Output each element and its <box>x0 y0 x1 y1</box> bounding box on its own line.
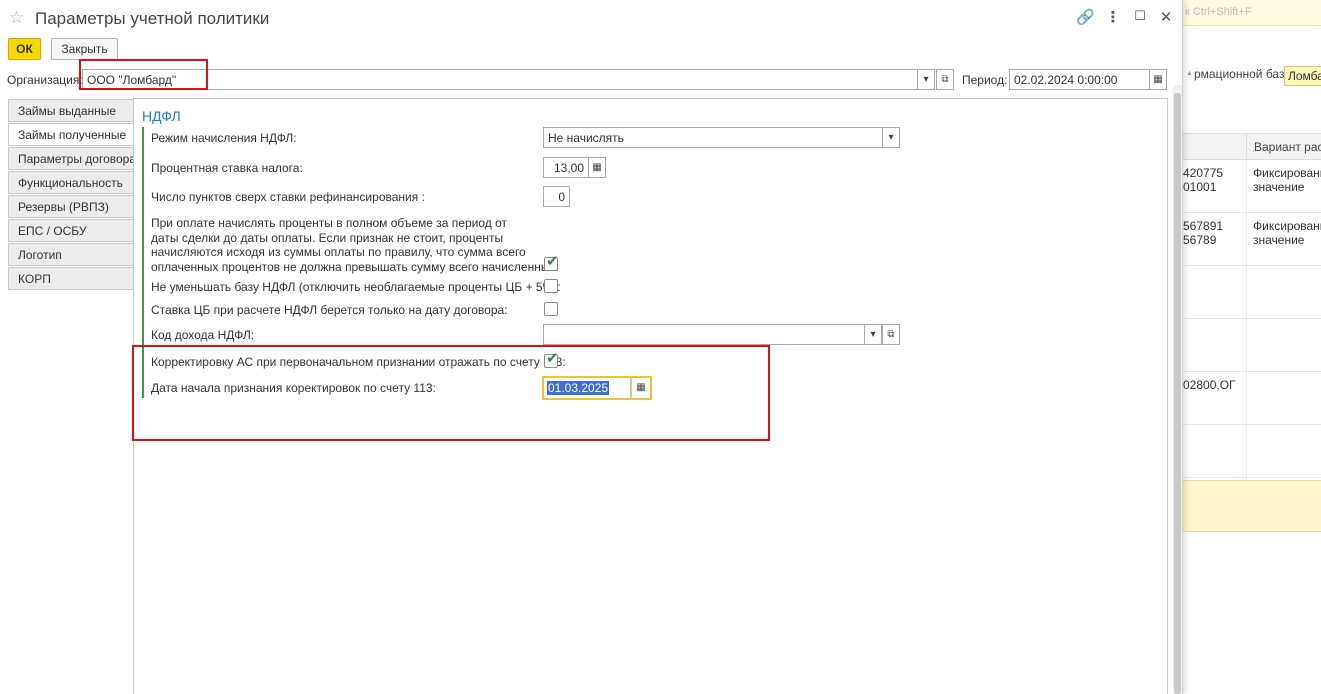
period-field[interactable]: 02.02.2024 0:00:00 <box>1009 69 1150 90</box>
background-table-header: Вариант расч <box>1183 134 1321 160</box>
no-reduce-base-checkbox[interactable] <box>544 279 558 293</box>
check-mark-icon: ✔ <box>546 253 559 270</box>
tab-5[interactable]: Резервы (РВПЗ) <box>8 195 134 218</box>
tab-7[interactable]: Логотип <box>8 243 134 266</box>
organization-label: Организация: <box>7 73 83 87</box>
scroll-up-icon[interactable]: ▲ <box>1186 70 1193 77</box>
background-table-row[interactable]: 420775 01001 Фиксированн значение <box>1183 160 1321 213</box>
annotation-box-correction <box>132 345 770 441</box>
tab-6[interactable]: ЕПС / ОСБУ <box>8 219 134 242</box>
accounting-policy-dialog: ☆ Параметры учетной политики 🔗 ⋮ ☐ ✕ ОК … <box>0 0 1183 694</box>
ndfl-mode-select[interactable]: Не начислять <box>543 127 883 148</box>
background-table-row[interactable] <box>1183 425 1321 478</box>
background-search-field[interactable]: к Ctrl+Shift+F <box>1183 0 1321 26</box>
scrollbar-thumb[interactable] <box>1174 93 1181 694</box>
more-actions-icon[interactable]: ⋮ <box>1104 8 1122 26</box>
infobase-label: рмационной базы: <box>1194 67 1297 81</box>
window-title: Параметры учетной политики <box>35 9 270 28</box>
close-button[interactable]: Закрыть <box>51 38 118 60</box>
organization-open-icon[interactable]: ⧉ <box>936 69 954 90</box>
section-title: НДФЛ <box>142 108 181 124</box>
income-code-dropdown-icon[interactable]: ▾ <box>864 324 882 345</box>
refinancing-points-field[interactable]: 0 <box>543 186 570 207</box>
tax-rate-field[interactable]: 13,00 <box>543 157 589 178</box>
tab-4[interactable]: Функциональность <box>8 171 134 194</box>
background-table-row[interactable]: 02800,ОГ <box>1183 372 1321 425</box>
period-label: Период: <box>962 73 1008 87</box>
tax-rate-label: Процентная ставка налога: <box>151 161 303 175</box>
background-search-hint: к Ctrl+Shift+F <box>1185 6 1252 18</box>
background-selected-row[interactable] <box>1183 480 1321 532</box>
maximize-icon[interactable]: ☐ <box>1131 8 1149 24</box>
background-table-row[interactable] <box>1183 319 1321 372</box>
income-code-label: Код дохода НДФЛ: <box>151 328 255 342</box>
organization-dropdown-icon[interactable]: ▾ <box>917 69 935 90</box>
tax-rate-calculator-icon[interactable]: ▦ <box>588 157 606 178</box>
ok-button[interactable]: ОК <box>8 38 41 60</box>
refinancing-points-label: Число пунктов сверх ставки рефинансирова… <box>151 190 425 204</box>
background-cell-variant: Фиксированн значение <box>1253 166 1321 194</box>
background-cell-variant: Фиксированн значение <box>1253 219 1321 247</box>
cb-rate-label: Ставка ЦБ при расчете НДФЛ берется тольк… <box>151 303 508 317</box>
full-interest-label: При оплате начислять проценты в полном о… <box>151 216 559 274</box>
cb-rate-checkbox[interactable] <box>544 302 558 316</box>
tab-3[interactable]: Параметры договора <box>8 147 134 170</box>
background-cell-code: 420775 01001 <box>1183 166 1224 194</box>
close-icon[interactable]: ✕ <box>1157 8 1175 26</box>
ndfl-mode-label: Режим начисления НДФЛ: <box>151 131 297 145</box>
background-table-row[interactable] <box>1183 266 1321 319</box>
background-cell-code: 567891 56789 <box>1183 219 1224 247</box>
dialog-scrollbar[interactable] <box>1173 85 1182 694</box>
income-code-open-icon[interactable]: ⧉ <box>882 324 900 345</box>
period-calendar-icon[interactable]: ▦ <box>1149 69 1167 90</box>
tab-8[interactable]: КОРП <box>8 267 134 290</box>
column-header-variant[interactable]: Вариант расч <box>1246 134 1321 160</box>
income-code-field[interactable] <box>543 324 865 345</box>
annotation-box-organization <box>79 59 208 90</box>
background-table-row[interactable]: 567891 56789 Фиксированн значение <box>1183 213 1321 266</box>
link-icon[interactable]: 🔗 <box>1076 8 1095 26</box>
infobase-value[interactable]: Ломба <box>1284 66 1321 86</box>
ndfl-mode-dropdown-icon[interactable]: ▾ <box>882 127 900 148</box>
background-cell-code: 02800,ОГ <box>1183 378 1236 392</box>
tab-2[interactable]: Займы полученные <box>8 123 134 146</box>
full-interest-checkbox[interactable]: ✔ <box>544 253 559 271</box>
tab-1[interactable]: Займы выданные <box>8 99 134 122</box>
no-reduce-base-label: Не уменьшать базу НДФЛ (отключить необла… <box>151 280 561 294</box>
favorite-star-icon[interactable]: ☆ <box>9 8 24 28</box>
background-window: к Ctrl+Shift+F ▲ рмационной базы: Ломба … <box>1183 0 1321 694</box>
